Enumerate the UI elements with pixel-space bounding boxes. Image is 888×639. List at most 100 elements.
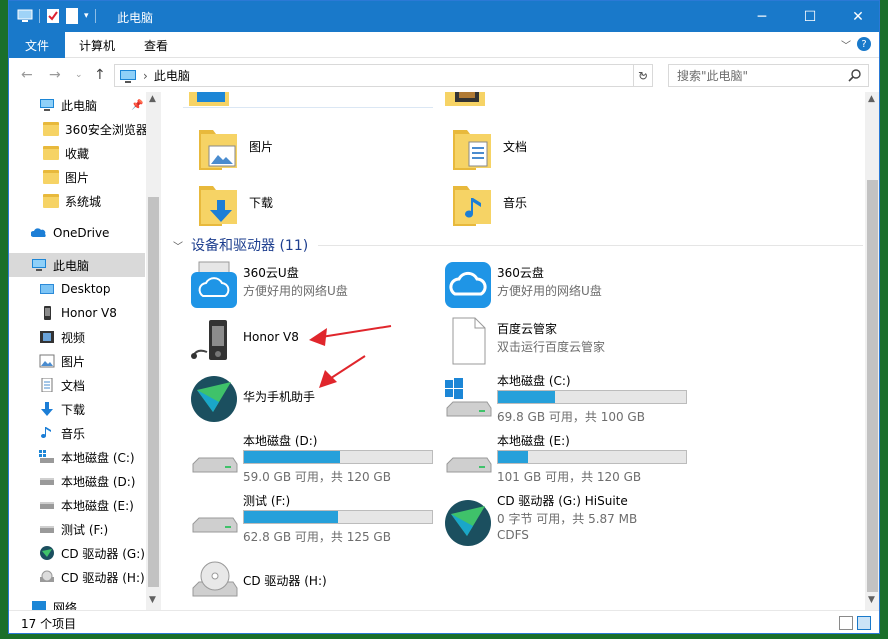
device-tile-drive-f[interactable]: 测试 (F:) 62.8 GB 可用，共 125 GB (189, 492, 439, 548)
drive-d-usage-bar (243, 450, 433, 464)
content-pane: 图片 文档 下载 音乐 ﹀ 设备和驱动器 (11) 360云U盘 方便好用的网络… (161, 92, 865, 610)
sidebar-scroll-thumb[interactable] (148, 197, 159, 587)
search-icon[interactable] (848, 68, 862, 82)
tab-file[interactable]: 文件 (9, 32, 65, 58)
content-scroll-thumb[interactable] (867, 180, 878, 592)
maximize-button[interactable]: ☐ (787, 1, 833, 32)
sidebar-item-this-pc[interactable]: 此电脑 (9, 253, 145, 277)
pc-icon (120, 69, 136, 83)
sidebar-item-desktop[interactable]: Desktop (39, 277, 145, 301)
chevron-down-icon[interactable]: ﹀ (173, 238, 183, 253)
folder-tile-documents[interactable]: 文档 (449, 122, 699, 178)
music-folder-icon (453, 186, 491, 226)
scroll-down-icon[interactable]: ▼ (868, 595, 875, 605)
drive-icon (40, 478, 54, 485)
sidebar-item-drive-h[interactable]: CD 驱动器 (H:) (39, 565, 145, 589)
help-icon[interactable]: ? (857, 37, 871, 51)
360-cloud-icon (445, 262, 491, 308)
search-input[interactable]: 搜索"此电脑" (668, 64, 869, 87)
folder-icon (43, 122, 59, 136)
sidebar-item-pictures-folder[interactable]: 图片 (43, 165, 145, 189)
drive-f-usage-bar (243, 510, 433, 524)
drive-icon (40, 502, 54, 509)
device-tile-huawei-assistant[interactable]: 华为手机助手 (189, 372, 439, 428)
sidebar-item-downloads[interactable]: 下载 (39, 397, 145, 421)
tab-view[interactable]: 查看 (144, 37, 168, 54)
drive-icon (40, 526, 54, 533)
scroll-up-icon[interactable]: ▲ (868, 94, 875, 104)
device-tile-drive-c[interactable]: 本地磁盘 (C:) 69.8 GB 可用，共 100 GB (443, 372, 693, 428)
hisuite-icon (445, 500, 491, 546)
documents-icon (41, 378, 53, 392)
network-icon (32, 601, 46, 610)
folder-tile-music[interactable]: 音乐 (449, 178, 699, 234)
forward-arrow-icon[interactable]: → (49, 67, 61, 83)
sidebar-item-drive-d[interactable]: 本地磁盘 (D:) (39, 469, 145, 493)
sidebar-item-360browser[interactable]: 360安全浏览器 (43, 117, 148, 141)
tiles-view-icon[interactable] (857, 616, 871, 630)
drive-f-usage-fill (244, 511, 338, 523)
folder-icon (43, 170, 59, 184)
cd-drive-icon (192, 561, 238, 597)
device-tile-honor-v8[interactable]: Honor V8 (189, 314, 439, 370)
devices-group-header[interactable]: ﹀ 设备和驱动器 (11) (173, 235, 863, 255)
music-icon (41, 427, 51, 438)
tab-computer[interactable]: 计算机 (79, 37, 115, 54)
properties-icon[interactable] (46, 8, 60, 24)
sidebar-item-onedrive[interactable]: OneDrive (31, 221, 145, 245)
new-folder-icon[interactable] (66, 8, 78, 24)
scroll-up-icon[interactable]: ▲ (149, 94, 156, 104)
up-arrow-icon[interactable]: ↑ (94, 67, 106, 83)
sidebar-scrollbar[interactable]: ▲ ▼ (146, 92, 161, 610)
minimize-button[interactable]: ─ (739, 1, 785, 32)
refresh-button[interactable]: ↻ (633, 64, 653, 87)
sidebar-item-pictures[interactable]: 图片 (39, 349, 145, 373)
video-icon (40, 331, 54, 343)
pc-icon[interactable] (17, 9, 33, 23)
sidebar-item-quick-pc[interactable]: 此电脑 📌 (39, 93, 145, 117)
scroll-down-icon[interactable]: ▼ (149, 595, 156, 605)
folder-tile-downloads[interactable]: 下载 (195, 178, 445, 234)
pc-icon (32, 259, 46, 271)
desktop-icon (40, 284, 54, 294)
drive-c-usage-fill (498, 391, 555, 403)
sidebar-item-drive-g[interactable]: CD 驱动器 (G:) (39, 541, 145, 565)
device-tile-drive-d[interactable]: 本地磁盘 (D:) 59.0 GB 可用，共 120 GB (189, 432, 439, 488)
phone-icon (44, 306, 51, 320)
download-folder-icon (199, 186, 237, 226)
device-tile-drive-g[interactable]: CD 驱动器 (G:) HiSuite 0 字节 可用，共 5.87 MB CD… (443, 492, 693, 548)
device-tile-360-yunpan[interactable]: 360云盘 方便好用的网络U盘 (443, 258, 693, 314)
folder-tile-pictures[interactable]: 图片 (195, 122, 445, 178)
device-tile-drive-h[interactable]: CD 驱动器 (H:) (189, 556, 439, 610)
file-icon (452, 317, 486, 365)
sidebar-item-drive-f[interactable]: 测试 (F:) (39, 517, 145, 541)
pin-icon[interactable]: 📌 (131, 100, 143, 111)
sidebar-item-drive-c[interactable]: 本地磁盘 (C:) (39, 445, 145, 469)
sidebar-item-honor-v8[interactable]: Honor V8 (39, 301, 145, 325)
recent-locations-icon[interactable]: ⌄ (75, 70, 83, 80)
device-tile-drive-e[interactable]: 本地磁盘 (E:) 101 GB 可用，共 120 GB (443, 432, 693, 488)
customize-toolbar-icon[interactable]: ▾ (84, 11, 89, 21)
content-scrollbar[interactable]: ▲ ▼ (865, 92, 879, 610)
sidebar-item-network[interactable]: 网络 (31, 595, 145, 610)
close-button[interactable]: ✕ (835, 1, 879, 32)
sidebar-item-videos[interactable]: 视频 (39, 325, 145, 349)
sidebar-item-xitongcheng[interactable]: 系统城 (43, 189, 145, 213)
sidebar-item-favorites[interactable]: 收藏 (43, 141, 145, 165)
folder-tile-partial-videos[interactable] (439, 92, 689, 108)
details-view-icon[interactable] (839, 616, 853, 630)
breadcrumb[interactable]: 此电脑 (154, 67, 190, 84)
sidebar-item-documents[interactable]: 文档 (39, 373, 145, 397)
expand-ribbon-icon[interactable]: ﹀ (841, 37, 851, 52)
phone-icon (191, 320, 227, 360)
device-tile-baidu[interactable]: 百度云管家 双击运行百度云管家 (443, 314, 693, 370)
device-tile-360-upan[interactable]: 360云U盘 方便好用的网络U盘 (189, 258, 439, 314)
search-placeholder: 搜索"此电脑" (677, 69, 749, 83)
back-arrow-icon[interactable]: ← (21, 67, 33, 83)
sidebar-item-drive-e[interactable]: 本地磁盘 (E:) (39, 493, 145, 517)
sidebar-item-music[interactable]: 音乐 (39, 421, 145, 445)
item-count: 17 个项目 (21, 616, 77, 631)
address-field[interactable]: › 此电脑 ⌄ (114, 64, 653, 87)
ribbon: 文件 计算机 查看 ﹀ ? (9, 32, 879, 58)
drive-e-usage-fill (498, 451, 528, 463)
